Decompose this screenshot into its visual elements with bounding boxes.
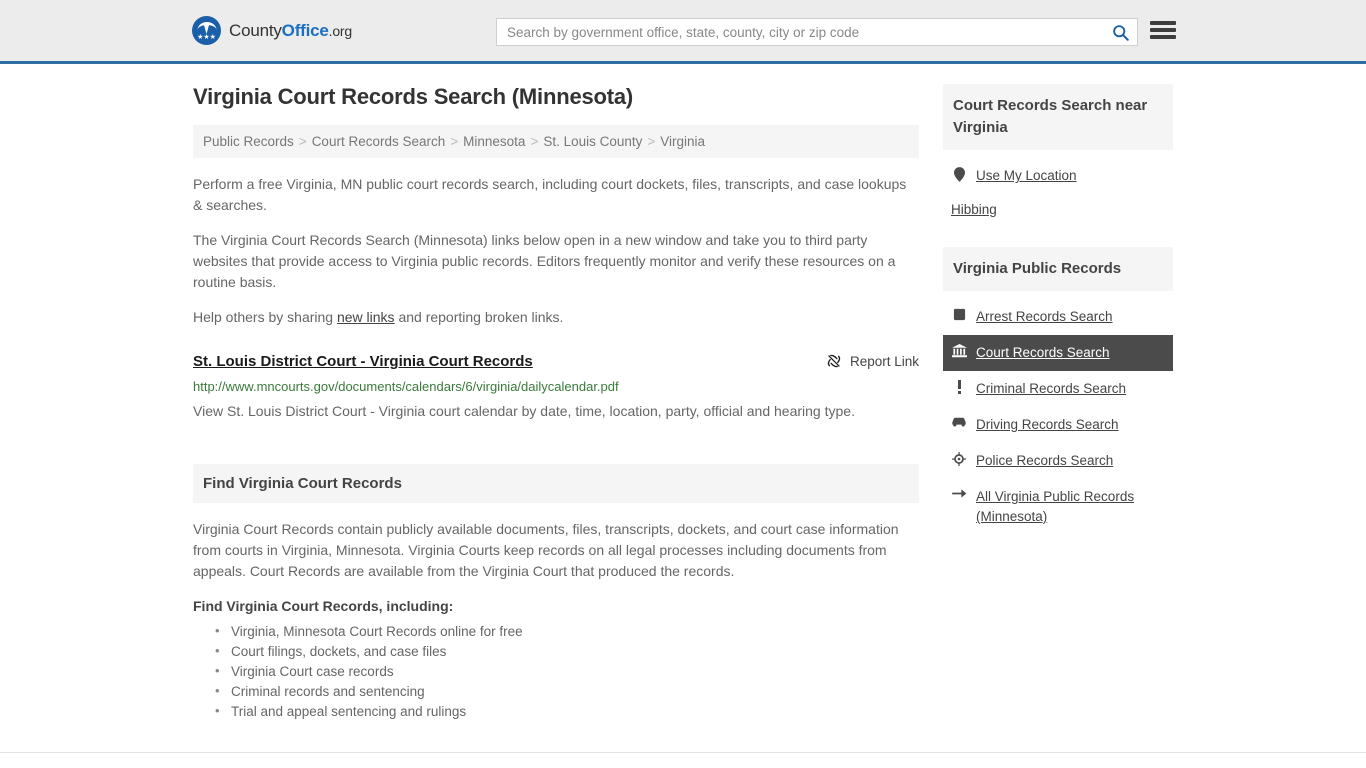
- near-search-heading: Court Records Search near Virginia: [953, 97, 1148, 136]
- sidebar-item-label: Criminal Records Search: [976, 381, 1127, 396]
- sidebar-item-all-virginia-public-records[interactable]: All Virginia Public Records (Minnesota): [943, 479, 1173, 535]
- sidebar-item-criminal-records-search[interactable]: Criminal Records Search: [943, 371, 1173, 407]
- breadcrumb-item-st-louis-county[interactable]: St. Louis County: [543, 134, 642, 149]
- public-records-box: Virginia Public Records Arrest Records S…: [943, 247, 1173, 535]
- find-records-paragraph: Virginia Court Records contain publicly …: [193, 521, 899, 579]
- list-item: Virginia, Minnesota Court Records online…: [215, 621, 919, 642]
- sidebar-item-arrest-records-search[interactable]: Arrest Records Search: [943, 299, 1173, 335]
- breadcrumb-item-minnesota[interactable]: Minnesota: [463, 134, 525, 149]
- sidebar-item-label: Police Records Search: [976, 453, 1114, 468]
- brand-text: CountyOffice.org: [229, 21, 352, 41]
- find-records-heading: Find Virginia Court Records: [203, 475, 402, 492]
- report-link-label: Report Link: [849, 353, 919, 369]
- brand-part-org: .org: [328, 22, 353, 39]
- sidebar-item-label: Driving Records Search: [976, 417, 1119, 432]
- breadcrumb-separator: >: [647, 134, 656, 149]
- public-records-list: Arrest Records Search Court Records Sear…: [943, 291, 1173, 535]
- intro-paragraph-1: Perform a free Virginia, MN public court…: [193, 176, 907, 213]
- site-logo[interactable]: ★★★ CountyOffice.org: [192, 16, 352, 45]
- public-records-header: Virginia Public Records: [943, 247, 1173, 291]
- list-item: Criminal records and sentencing: [215, 681, 919, 702]
- sidebar-item-label: Court Records Search: [976, 345, 1110, 360]
- hamburger-menu-icon[interactable]: [1150, 19, 1176, 41]
- nearby-place-hibbing[interactable]: Hibbing: [943, 194, 1173, 225]
- public-records-heading: Virginia Public Records: [953, 260, 1122, 277]
- near-search-list: Use My Location Hibbing: [943, 150, 1173, 225]
- result-description: View St. Louis District Court - Virginia…: [193, 403, 855, 419]
- use-my-location-link[interactable]: Use My Location: [943, 158, 1173, 194]
- sidebar-item-label: Arrest Records Search: [976, 309, 1113, 324]
- sidebar-item-label: All Virginia Public Records (Minnesota): [976, 489, 1135, 524]
- breadcrumb: Public Records > Court Records Search > Minn…: [193, 125, 919, 158]
- search-input[interactable]: [497, 19, 1103, 45]
- breadcrumb-item-court-records-search[interactable]: Court Records Search: [312, 134, 446, 149]
- find-records-subheading: Find Virginia Court Records, including:: [193, 598, 454, 614]
- brand-part-county: County: [229, 20, 282, 40]
- breadcrumb-separator: >: [530, 134, 539, 149]
- broken-link-icon: [827, 354, 841, 368]
- intro-paragraph-3: Help others by sharing new links and rep…: [193, 307, 919, 328]
- arrow-right-icon: [951, 487, 967, 499]
- breadcrumb-item-public-records[interactable]: Public Records: [203, 134, 294, 149]
- share-text-before: Help others by sharing: [193, 309, 337, 325]
- sidebar: Court Records Search near Virginia Use M…: [943, 84, 1173, 557]
- new-links-link[interactable]: new links: [337, 309, 395, 325]
- footer-divider: [0, 752, 1366, 753]
- find-records-list: Virginia, Minnesota Court Records online…: [193, 621, 919, 722]
- site-header: ★★★ CountyOffice.org: [0, 0, 1366, 64]
- police-badge-icon: [951, 451, 967, 466]
- breadcrumb-separator: >: [450, 134, 459, 149]
- eagle-seal-icon: ★★★: [192, 16, 221, 45]
- search-bar[interactable]: [496, 18, 1138, 46]
- near-search-header: Court Records Search near Virginia: [943, 84, 1173, 150]
- breadcrumb-separator: >: [298, 134, 307, 149]
- near-search-box: Court Records Search near Virginia Use M…: [943, 84, 1173, 225]
- result-url[interactable]: http://www.mncourts.gov/documents/calend…: [193, 378, 919, 396]
- courthouse-icon: [951, 343, 967, 358]
- intro-paragraph-2: The Virginia Court Records Search (Minne…: [193, 232, 896, 290]
- page-title: Virginia Court Records Search (Minnesota…: [193, 84, 634, 109]
- list-item: Virginia Court case records: [215, 661, 919, 682]
- sidebar-item-driving-records-search[interactable]: Driving Records Search: [943, 407, 1173, 443]
- use-my-location-label: Use My Location: [976, 168, 1077, 183]
- breadcrumb-item-virginia[interactable]: Virginia: [660, 134, 705, 149]
- handcuffs-icon: [951, 307, 967, 321]
- report-link-button[interactable]: Report Link: [826, 352, 919, 369]
- result-title-link[interactable]: St. Louis District Court - Virginia Cour…: [193, 352, 533, 372]
- car-icon: [951, 415, 967, 427]
- map-pin-icon: [951, 166, 967, 182]
- sidebar-item-police-records-search[interactable]: Police Records Search: [943, 443, 1173, 479]
- find-records-section-header: Find Virginia Court Records: [193, 464, 919, 503]
- result-item: St. Louis District Court - Virginia Cour…: [193, 352, 919, 424]
- find-records-section-body: Virginia Court Records contain publicly …: [193, 503, 919, 722]
- sidebar-item-court-records-search[interactable]: Court Records Search: [943, 335, 1173, 371]
- search-button[interactable]: [1103, 19, 1137, 45]
- share-text-after: and reporting broken links.: [394, 309, 564, 325]
- search-icon: [1112, 24, 1129, 41]
- brand-part-office: Office: [281, 20, 329, 40]
- list-item: Trial and appeal sentencing and rulings: [215, 701, 919, 722]
- exclamation-icon: [951, 379, 967, 394]
- main-content: Virginia Court Records Search (Minnesota…: [193, 84, 919, 722]
- list-item: Court filings, dockets, and case files: [215, 641, 919, 662]
- page-body: Virginia Court Records Search (Minnesota…: [0, 64, 1366, 753]
